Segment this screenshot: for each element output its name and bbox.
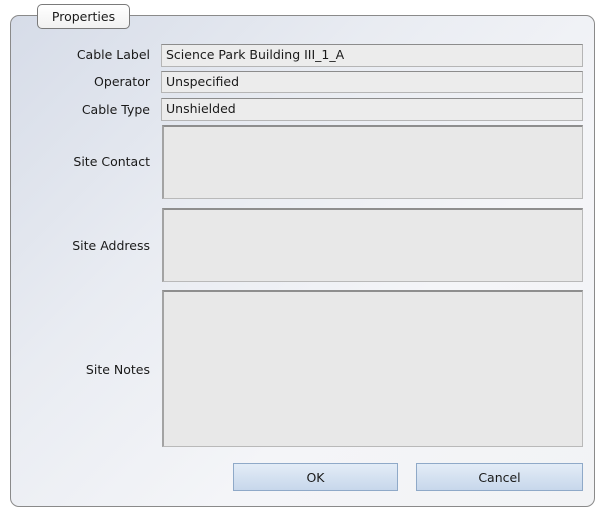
ok-button[interactable]: OK [233, 463, 398, 491]
cable-type-label: Cable Type [81, 102, 150, 117]
site-address-label: Site Address [72, 238, 150, 253]
site-notes-field[interactable] [162, 290, 583, 447]
cancel-button[interactable]: Cancel [416, 463, 583, 491]
site-contact-field[interactable] [162, 125, 583, 199]
site-contact-label: Site Contact [73, 154, 150, 169]
cable-type-field[interactable]: Unshielded [161, 98, 583, 121]
site-notes-label: Site Notes [85, 362, 150, 377]
cable-label-field[interactable]: Science Park Building III_1_A [161, 44, 583, 67]
properties-group-title: Properties [37, 4, 130, 29]
operator-label: Operator [94, 74, 150, 89]
properties-dialog: Properties Cable Label Science Park Buil… [0, 0, 598, 521]
operator-field[interactable]: Unspecified [161, 71, 583, 93]
cable-label-label: Cable Label [76, 47, 150, 62]
site-address-field[interactable] [162, 208, 583, 282]
